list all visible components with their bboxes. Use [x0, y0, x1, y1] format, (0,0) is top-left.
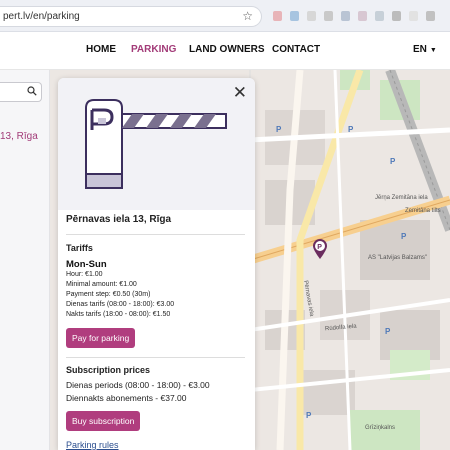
sidebar-location-item[interactable]: 13, Rīga	[0, 131, 38, 142]
svg-text:P: P	[317, 244, 322, 251]
tariff-line: Nakts tarifs (18:00 - 08:00): €1.50	[66, 311, 171, 318]
browser-chrome: pert.lv/en/parking ☆	[0, 0, 450, 32]
sidebar: 13, Rīga	[0, 70, 50, 450]
browser-extension-icon[interactable]	[273, 11, 282, 21]
browser-extension-icon[interactable]	[375, 11, 384, 21]
tariff-line: Minimal amount: €1.00	[66, 281, 137, 288]
bookmark-star-icon[interactable]: ☆	[242, 9, 253, 23]
map-place-label: Grīziņkalns	[365, 425, 396, 431]
search-icon[interactable]	[27, 86, 37, 96]
browser-extension-icon[interactable]	[426, 11, 435, 21]
parking-rules-link[interactable]: Parking rules	[66, 440, 119, 450]
parking-pin-icon[interactable]: P	[312, 238, 328, 260]
browser-extension-icon[interactable]	[307, 11, 316, 21]
map-building-label: AS "Latvijas Balzams"	[368, 255, 427, 261]
parking-details-panel: ✕ Pērnavas iela 13, Rīga Tariffs Mon-Sun…	[58, 78, 255, 450]
buy-subscription-button[interactable]: Buy subscription	[66, 411, 141, 431]
search-input[interactable]	[0, 82, 42, 102]
panel-hero: ✕	[58, 78, 255, 210]
svg-text:P: P	[385, 327, 391, 336]
nav-parking[interactable]: PARKING	[131, 44, 176, 55]
tariffs-heading: Tariffs	[66, 243, 93, 253]
subscription-heading: Subscription prices	[66, 365, 151, 375]
language-label: EN	[413, 44, 427, 55]
parking-address: Pērnavas iela 13, Rīga	[66, 214, 172, 225]
browser-extension-icon[interactable]	[392, 11, 401, 21]
browser-extension-icon[interactable]	[324, 11, 333, 21]
tariff-line: Payment step: €0.50 (30m)	[66, 291, 151, 298]
svg-text:P: P	[401, 232, 407, 241]
top-nav: HOME PARKING LAND OWNERS CONTACT EN ▼	[0, 32, 450, 70]
close-icon[interactable]: ✕	[233, 84, 247, 101]
url-text: pert.lv/en/parking	[3, 11, 80, 22]
browser-extension-icon[interactable]	[358, 11, 367, 21]
map-street-label: Jērņa Zemitāna iela	[375, 195, 428, 201]
subscription-line: Dienas periods (08:00 - 18:00) - €3.00	[66, 380, 210, 390]
browser-extension-icon[interactable]	[341, 11, 350, 21]
tariff-line: Hour: €1.00	[66, 271, 103, 278]
tariff-days: Mon-Sun	[66, 259, 107, 270]
svg-text:P: P	[348, 125, 354, 134]
map-street-label: Zemitāna tilts	[405, 208, 441, 214]
subscription-line: Diennakts abonements - €37.00	[66, 393, 187, 403]
browser-extension-icon[interactable]	[290, 11, 299, 21]
url-bar[interactable]: pert.lv/en/parking ☆	[0, 6, 262, 27]
nav-land-owners[interactable]: LAND OWNERS	[189, 44, 265, 55]
tariff-line: Dienas tarifs (08:00 - 18:00): €3.00	[66, 301, 175, 308]
pay-for-parking-button[interactable]: Pay for parking	[66, 328, 136, 348]
svg-text:P: P	[306, 411, 312, 420]
nav-home[interactable]: HOME	[86, 44, 116, 55]
language-selector[interactable]: EN ▼	[413, 44, 437, 55]
svg-text:P: P	[276, 125, 282, 134]
divider	[66, 357, 245, 358]
divider	[66, 234, 245, 235]
nav-contact[interactable]: CONTACT	[272, 44, 320, 55]
barrier-gate-illustration	[85, 99, 227, 189]
svg-text:P: P	[390, 157, 396, 166]
browser-extension-icon[interactable]	[409, 11, 418, 21]
chevron-down-icon: ▼	[429, 47, 437, 54]
